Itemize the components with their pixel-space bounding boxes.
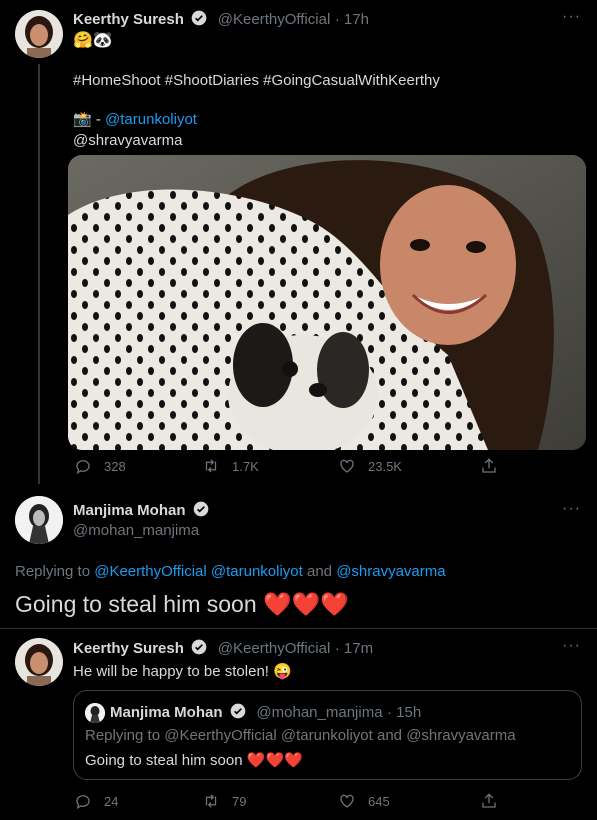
reply-count: 24 [104,793,119,809]
like-count: 23.5K [368,458,402,474]
author-name[interactable]: Keerthy Suresh [73,640,184,657]
author-handle[interactable]: @KeerthyOfficial [218,640,331,657]
verified-badge-icon [193,501,209,517]
verified-badge-icon [191,10,207,26]
camera-emoji: 📸 [73,111,92,128]
quote-replying-label: Replying to [85,727,165,744]
share-icon [482,458,496,473]
hashtags[interactable]: #HomeShoot #ShootDiaries #GoingCasualWit… [73,72,440,89]
avatar-portrait-icon [15,10,63,58]
replying-to-last-user[interactable]: @shravyavarma [336,563,445,580]
author-name[interactable]: Manjima Mohan [73,502,186,519]
tweet-text: He will be happy to be stolen! [73,663,274,680]
wink-emoji: 😜 [273,663,292,680]
share-icon [482,793,496,808]
retweet-button[interactable]: 1.7K [202,457,259,475]
verified-badge-icon [191,639,207,655]
tweet-photo[interactable] [68,155,586,450]
divider [0,628,597,629]
quoted-tweet[interactable]: Manjima Mohan @mohan_manjima · 15h Reply… [73,690,582,780]
like-button[interactable]: 23.5K [338,457,402,475]
tweet-time[interactable]: · 17h [335,11,369,28]
quote-author-name: Manjima Mohan [110,704,223,721]
tweet-time[interactable]: · 17m [335,640,373,657]
avatar-portrait-icon [85,703,105,723]
author-handle[interactable]: @mohan_manjima [73,522,199,539]
quote-avatar [85,703,105,723]
heart-icon [340,459,354,473]
avatar[interactable] [15,638,63,686]
replying-to-label: Replying to [15,563,95,580]
mention-tarunkoliyot[interactable]: @tarunkoliyot [105,111,197,128]
tweet-text: Going to steal him soon [15,591,264,617]
verified-badge-icon [230,703,246,719]
reply-icon [76,460,90,475]
quote-replying-users: @KeerthyOfficial @tarunkoliyot [164,727,373,744]
avatar[interactable] [15,496,63,544]
quote-text: Going to steal him soon [85,752,247,769]
credit-dash: - [91,111,106,128]
share-button[interactable] [480,792,498,810]
share-button[interactable] [480,457,498,475]
more-options-icon[interactable]: ··· [562,8,581,26]
reply-icon [76,795,90,810]
retweet-count: 79 [232,793,247,809]
reply-count: 328 [104,458,126,474]
retweet-count: 1.7K [232,458,259,474]
retweet-icon [205,459,217,473]
replying-to-users[interactable]: @KeerthyOfficial @tarunkoliyot [94,563,303,580]
avatar-portrait-icon [15,638,63,686]
retweet-icon [205,794,217,808]
quote-replying-last-user: @shravyavarma [406,727,516,744]
hearts-emoji: ❤️❤️❤️ [263,591,349,617]
replying-and: and [302,563,337,580]
author-handle[interactable]: @KeerthyOfficial [218,11,331,28]
like-count: 645 [368,793,390,809]
like-button[interactable]: 645 [338,792,390,810]
heart-icon [340,794,354,808]
avatar-portrait-icon [15,496,63,544]
mention-shravyavarma[interactable]: @shravyavarma [73,132,182,149]
author-name[interactable]: Keerthy Suresh [73,11,184,28]
thread-line [38,64,40,484]
avatar[interactable] [15,10,63,58]
tweet-emoji: 🤗🐼 [73,32,113,49]
quote-hearts-emoji: ❤️❤️❤️ [246,752,303,769]
reply-button[interactable]: 328 [74,457,126,475]
photo-illustration [68,155,586,450]
quote-author-handle: @mohan_manjima [256,704,383,721]
retweet-button[interactable]: 79 [202,792,246,810]
quote-time: · 15h [387,704,422,721]
more-options-icon[interactable]: ··· [562,637,581,655]
quote-replying-and: and [372,727,407,744]
reply-button[interactable]: 24 [74,792,118,810]
more-options-icon[interactable]: ··· [562,500,581,518]
